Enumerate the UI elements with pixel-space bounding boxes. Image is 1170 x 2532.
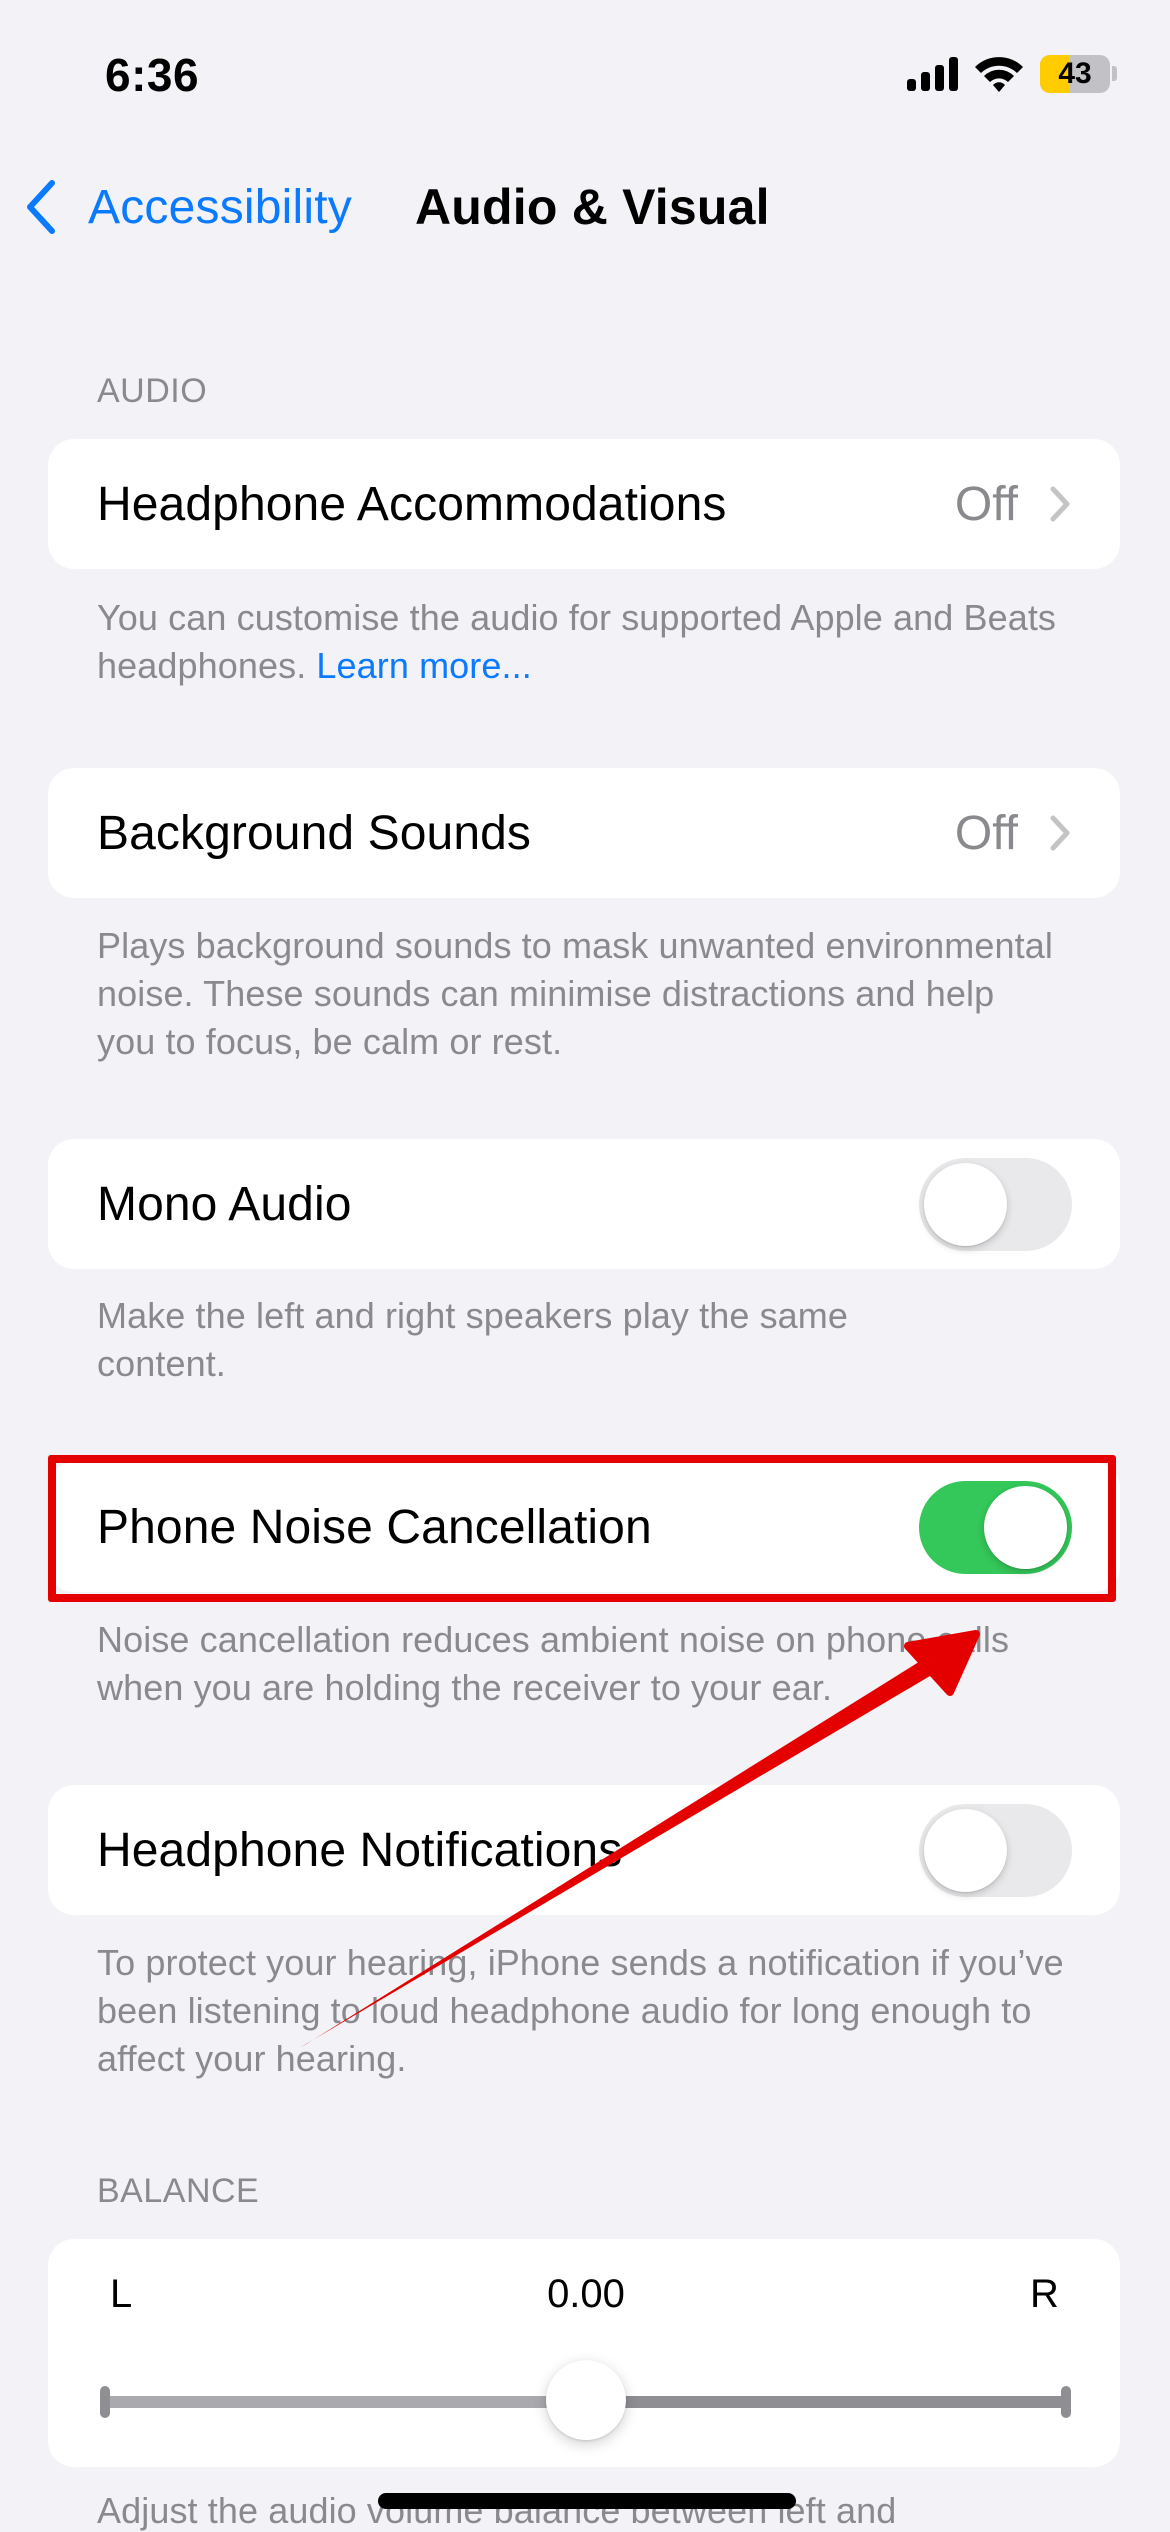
background-sounds-footer: Plays background sounds to mask unwanted… xyxy=(97,925,1053,1062)
headphone-accommodations-row[interactable]: Headphone Accommodations Off xyxy=(48,439,1120,569)
mono-audio-toggle[interactable] xyxy=(919,1157,1072,1251)
balance-left-label: L xyxy=(110,2272,133,2316)
balance-right-label: R xyxy=(1030,2272,1059,2316)
headphone-accommodations-footer: You can customise the audio for supporte… xyxy=(97,594,1097,690)
learn-more-link[interactable]: Learn more... xyxy=(316,645,531,686)
cellular-signal-icon xyxy=(907,57,959,91)
back-button[interactable]: Accessibility xyxy=(22,172,352,242)
chevron-left-icon xyxy=(27,180,55,234)
battery-nub xyxy=(1112,66,1117,81)
phone-noise-cancellation-footer: Noise cancellation reduces ambient noise… xyxy=(97,1619,1010,1708)
row-label: Headphone Notifications xyxy=(97,1823,623,1877)
section-header-balance: BALANCE xyxy=(97,2172,260,2210)
chevron-right-icon xyxy=(1050,815,1070,851)
phone-noise-cancellation-toggle[interactable] xyxy=(919,1480,1072,1574)
phone-noise-cancellation-card: Phone Noise Cancellation xyxy=(48,1462,1120,1592)
home-indicator[interactable] xyxy=(378,2493,796,2509)
balance-value: 0.00 xyxy=(547,2272,625,2316)
balance-slider-fill xyxy=(104,2396,586,2408)
headphone-notifications-footer: To protect your hearing, iPhone sends a … xyxy=(97,1942,1064,2079)
row-value: Off xyxy=(954,477,1018,531)
headphone-notifications-row: Headphone Notifications xyxy=(48,1785,1120,1915)
chevron-right-icon xyxy=(1050,486,1070,522)
wifi-icon xyxy=(973,54,1025,94)
status-time: 6:36 xyxy=(105,49,200,101)
headphone-notifications-toggle[interactable] xyxy=(919,1803,1072,1897)
section-header-audio: AUDIO xyxy=(97,372,208,410)
toggle-knob xyxy=(924,1808,1007,1892)
page-title: Audio & Visual xyxy=(415,179,770,235)
toggle-knob xyxy=(924,1162,1007,1246)
slider-right-cap xyxy=(1061,2386,1071,2418)
row-label: Mono Audio xyxy=(97,1177,352,1231)
background-sounds-card: Background Sounds Off xyxy=(48,768,1120,898)
row-label: Phone Noise Cancellation xyxy=(97,1500,652,1554)
footer-text: You can customise the audio for supporte… xyxy=(97,597,1057,686)
row-value: Off xyxy=(954,806,1018,860)
battery-percent: 43 xyxy=(1058,57,1092,90)
mono-audio-card: Mono Audio xyxy=(48,1139,1120,1269)
mono-audio-row: Mono Audio xyxy=(48,1139,1120,1269)
background-sounds-row[interactable]: Background Sounds Off xyxy=(48,768,1120,898)
headphone-accommodations-card: Headphone Accommodations Off xyxy=(48,439,1120,569)
row-label: Headphone Accommodations xyxy=(97,477,727,531)
battery-icon: 43 xyxy=(1040,55,1110,93)
headphone-notifications-card: Headphone Notifications xyxy=(48,1785,1120,1915)
phone-noise-cancellation-row: Phone Noise Cancellation xyxy=(48,1462,1120,1592)
slider-left-cap xyxy=(100,2386,110,2418)
row-label: Background Sounds xyxy=(97,806,532,860)
balance-slider-thumb[interactable] xyxy=(545,2360,626,2440)
mono-audio-footer: Make the left and right speakers play th… xyxy=(97,1295,849,1384)
back-label: Accessibility xyxy=(88,180,352,234)
toggle-knob xyxy=(984,1485,1067,1569)
